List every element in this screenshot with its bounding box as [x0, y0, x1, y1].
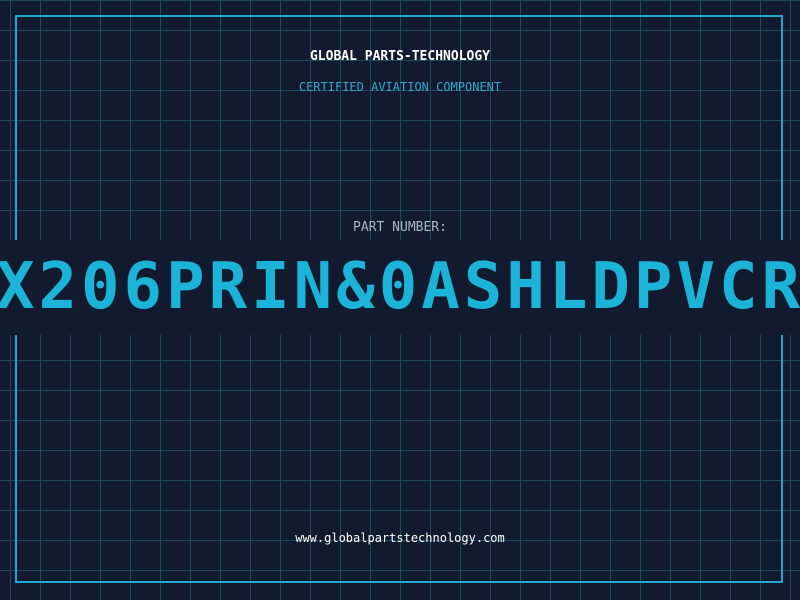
certificate-card: GLOBAL PARTS-TECHNOLOGY CERTIFIED AVIATI…	[0, 0, 800, 600]
part-number-label: PART NUMBER:	[353, 220, 447, 235]
part-number-band: X206PRIN&0ASHLDPVCR	[0, 240, 800, 335]
part-number-value: X206PRIN&0ASHLDPVCR	[0, 250, 800, 324]
certification-subtitle: CERTIFIED AVIATION COMPONENT	[298, 80, 502, 94]
website-url[interactable]: www.globalpartstechnology.com	[0, 531, 800, 545]
company-name: GLOBAL PARTS-TECHNOLOGY	[309, 49, 490, 64]
